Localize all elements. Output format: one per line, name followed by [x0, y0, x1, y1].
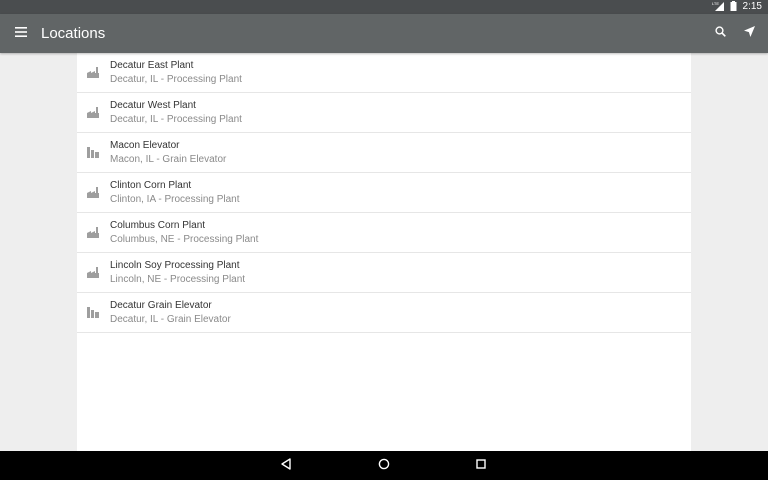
grain-elevator-icon	[86, 305, 100, 319]
grain-elevator-icon	[86, 145, 100, 159]
location-detail: Decatur, IL - Processing Plant	[110, 74, 242, 85]
app-bar: Locations	[0, 14, 768, 53]
status-icons: LTE 2:15	[712, 0, 762, 14]
factory-icon	[86, 265, 100, 279]
menu-button[interactable]	[10, 22, 32, 44]
back-button[interactable]	[277, 457, 295, 475]
recents-button[interactable]	[472, 457, 490, 475]
page-title: Locations	[41, 25, 106, 42]
list-item[interactable]: Decatur East Plant Decatur, IL - Process…	[77, 53, 691, 93]
search-button[interactable]	[709, 22, 731, 44]
my-location-button[interactable]	[738, 22, 760, 44]
factory-icon	[86, 105, 100, 119]
location-name: Columbus Corn Plant	[110, 220, 206, 231]
status-time: 2:15	[742, 1, 762, 12]
location-name: Lincoln Soy Processing Plant	[110, 260, 240, 271]
list-item[interactable]: Decatur West Plant Decatur, IL - Process…	[77, 93, 691, 133]
home-button[interactable]	[375, 457, 393, 475]
location-name: Clinton Corn Plant	[110, 180, 192, 191]
location-name: Macon Elevator	[110, 140, 180, 151]
navigation-bar	[0, 451, 768, 480]
menu-icon	[15, 24, 27, 42]
location-detail: Clinton, IA - Processing Plant	[110, 194, 240, 205]
factory-icon	[86, 225, 100, 239]
list-item[interactable]: Macon Elevator Macon, IL - Grain Elevato…	[77, 133, 691, 173]
location-detail: Decatur, IL - Grain Elevator	[110, 314, 231, 325]
list-item[interactable]: Decatur Grain Elevator Decatur, IL - Gra…	[77, 293, 691, 333]
list-item[interactable]: Lincoln Soy Processing Plant Lincoln, NE…	[77, 253, 691, 293]
locations-list: Decatur East Plant Decatur, IL - Process…	[77, 53, 691, 333]
list-item[interactable]: Clinton Corn Plant Clinton, IA - Process…	[77, 173, 691, 213]
location-detail: Decatur, IL - Processing Plant	[110, 114, 242, 125]
location-name: Decatur West Plant	[110, 100, 196, 111]
navigation-arrow-icon	[743, 24, 755, 42]
home-icon	[378, 457, 390, 475]
location-detail: Columbus, NE - Processing Plant	[110, 234, 259, 245]
recents-icon	[475, 457, 487, 475]
back-icon	[280, 457, 292, 475]
location-detail: Macon, IL - Grain Elevator	[110, 154, 227, 165]
location-detail: Lincoln, NE - Processing Plant	[110, 274, 246, 285]
list-item[interactable]: Columbus Corn Plant Columbus, NE - Proce…	[77, 213, 691, 253]
status-bar: LTE 2:15	[0, 0, 768, 14]
network-badge: LTE	[712, 1, 719, 6]
factory-icon	[86, 65, 100, 79]
locations-panel: Decatur East Plant Decatur, IL - Process…	[77, 53, 691, 451]
location-name: Decatur East Plant	[110, 60, 194, 71]
search-icon	[714, 24, 726, 42]
location-name: Decatur Grain Elevator	[110, 300, 212, 311]
factory-icon	[86, 185, 100, 199]
